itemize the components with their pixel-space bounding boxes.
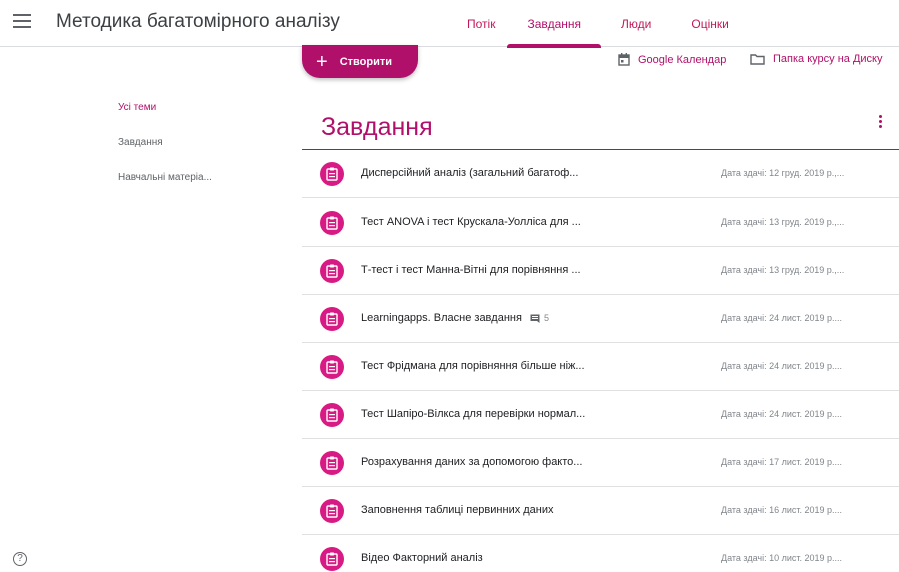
sidebar-item-materials[interactable]: Навчальні матеріа... (118, 172, 212, 183)
assignment-title: Розрахування даних за допомогою факто... (361, 456, 583, 468)
comment-count-value: 5 (543, 313, 549, 323)
assignment-row[interactable]: Тест Шапіро-Вілкса для перевірки нормал.… (302, 391, 899, 439)
assignment-icon (320, 307, 344, 331)
assignment-title: Дисперсійний аналіз (загальний багатоф..… (361, 167, 579, 179)
assignment-due: Дата здачі: 24 лист. 2019 р.... (721, 313, 843, 323)
calendar-icon (618, 53, 630, 66)
tab-people[interactable]: Люди (601, 0, 671, 47)
assignment-row[interactable]: Т-тест і тест Манна-Вітні для порівняння… (302, 247, 899, 295)
assignment-row[interactable]: Тест Фрідмана для порівняння більше ніж.… (302, 343, 899, 391)
assignment-row[interactable]: Розрахування даних за допомогою факто...… (302, 439, 899, 487)
tab-bar: Потік Завдання Люди Оцінки (447, 0, 749, 48)
assignment-icon (320, 355, 344, 379)
assignment-row[interactable]: Заповнення таблиці первинних даних Дата … (302, 487, 899, 535)
class-title[interactable]: Методика багатомірного аналізу (56, 11, 340, 33)
tab-classwork[interactable]: Завдання (507, 0, 601, 48)
assignment-row[interactable]: Відео Факторний аналіз Дата здачі: 10 ли… (302, 535, 899, 572)
create-button[interactable]: + Створити (302, 45, 418, 78)
assignment-title: Т-тест і тест Манна-Вітні для порівняння… (361, 264, 581, 276)
assignment-row[interactable]: Дисперсійний аналіз (загальний багатоф..… (302, 150, 899, 198)
assignment-due: Дата здачі: 24 лист. 2019 р.... (721, 409, 843, 419)
create-button-label: Створити (339, 55, 392, 68)
drive-folder-link[interactable]: Папка курсу на Диску (750, 53, 882, 65)
assignment-icon (320, 259, 344, 283)
top-app-bar: Методика багатомірного аналізу Потік Зав… (0, 0, 899, 48)
comment-count: 5 (530, 313, 549, 323)
comment-icon (530, 314, 540, 323)
assignment-due: Дата здачі: 13 груд. 2019 р.,... (721, 265, 845, 275)
assignment-row[interactable]: Learningapps. Власне завдання 5 Дата зда… (302, 295, 899, 343)
assignment-title: Тест Шапіро-Вілкса для перевірки нормал.… (361, 408, 586, 420)
assignment-title: Тест Фрідмана для порівняння більше ніж.… (361, 360, 585, 372)
assignment-due: Дата здачі: 24 лист. 2019 р.... (721, 361, 843, 371)
sidebar-item-assignments[interactable]: Завдання (118, 137, 163, 148)
google-calendar-label: Google Календар (638, 53, 727, 66)
tab-stream[interactable]: Потік (447, 0, 507, 47)
more-vert-icon[interactable] (877, 115, 883, 131)
sidebar-item-all-topics[interactable]: Усі теми (118, 102, 156, 113)
help-icon[interactable]: ? (13, 552, 27, 566)
folder-icon (750, 54, 765, 65)
assignment-icon (320, 162, 344, 186)
assignment-row[interactable]: Тест ANOVA і тест Крускала-Уолліса для .… (302, 199, 899, 247)
tab-grades[interactable]: Оцінки (671, 0, 748, 47)
assignment-icon (320, 403, 344, 427)
assignment-icon (320, 211, 344, 235)
assignment-icon (320, 547, 344, 571)
drive-folder-label: Папка курсу на Диску (773, 53, 883, 65)
assignment-title: Learningapps. Власне завдання (361, 312, 522, 324)
google-calendar-link[interactable]: Google Календар (618, 53, 726, 66)
assignment-title: Заповнення таблиці первинних даних (361, 504, 554, 516)
assignment-due: Дата здачі: 12 груд. 2019 р.,... (721, 168, 845, 178)
assignment-due: Дата здачі: 16 лист. 2019 р.... (721, 505, 843, 515)
assignment-icon (320, 499, 344, 523)
assignment-due: Дата здачі: 17 лист. 2019 р.... (721, 457, 843, 467)
menu-icon[interactable] (13, 14, 31, 28)
assignment-title-wrap: Learningapps. Власне завдання 5 (361, 312, 549, 324)
assignment-title: Відео Факторний аналіз (361, 552, 483, 564)
assignment-icon (320, 451, 344, 475)
section-title: Завдання (321, 113, 433, 141)
plus-icon: + (316, 50, 328, 73)
assignment-due: Дата здачі: 10 лист. 2019 р.... (721, 553, 843, 563)
assignment-title: Тест ANOVA і тест Крускала-Уолліса для .… (361, 216, 581, 228)
assignment-due: Дата здачі: 13 груд. 2019 р.,... (721, 217, 845, 227)
